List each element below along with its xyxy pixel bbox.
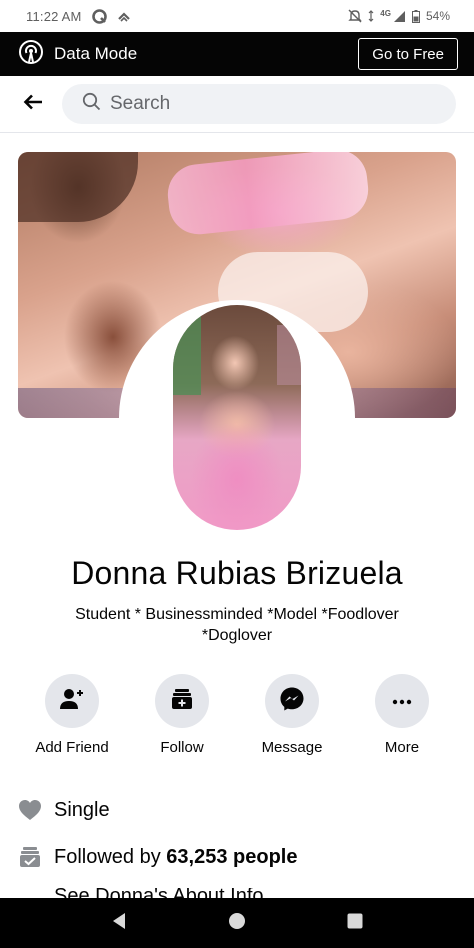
follow-button[interactable]: Follow	[127, 674, 237, 756]
followers-count: 63,253 people	[166, 845, 298, 868]
relationship-status: Single	[54, 798, 110, 821]
data-mode-icon[interactable]	[18, 39, 44, 70]
more-label: More	[384, 739, 420, 756]
back-button[interactable]	[16, 87, 50, 121]
more-button[interactable]: More	[347, 674, 457, 756]
profile-bio: Student * Businessminded *Model *Foodlov…	[37, 604, 437, 646]
message-button[interactable]: Message	[237, 674, 347, 756]
followers-row[interactable]: Followed by 63,253 people	[18, 842, 458, 872]
data-arrows-icon	[368, 10, 374, 22]
follow-icon	[170, 687, 194, 716]
search-icon	[82, 92, 101, 116]
heart-icon	[18, 798, 42, 822]
go-to-free-button[interactable]: Go to Free	[358, 38, 458, 70]
profile-actions: Add Friend Follow Message More	[0, 674, 474, 764]
followers-prefix: Followed by	[54, 845, 161, 868]
search-placeholder: Search	[110, 93, 171, 114]
status-time: 11:22 AM	[26, 8, 82, 24]
profile-name: Donna Rubias Brizuela	[71, 555, 403, 591]
app-q-icon	[91, 8, 107, 24]
search-header: Search	[0, 76, 474, 133]
followers-text: Followed by 63,253 people	[54, 846, 297, 869]
search-input[interactable]: Search	[62, 84, 456, 124]
followers-icon	[18, 845, 42, 869]
nav-home-icon	[228, 912, 246, 935]
mute-icon	[348, 9, 362, 23]
more-icon	[392, 692, 412, 710]
nav-back-button[interactable]	[99, 903, 139, 943]
nav-recents-button[interactable]	[335, 903, 375, 943]
bio-line-1: Student * Businessminded *Model *Foodlov…	[75, 606, 399, 623]
message-label: Message	[261, 739, 323, 756]
add-friend-button[interactable]: Add Friend	[17, 674, 127, 756]
bio-line-2: *Doglover	[201, 627, 273, 644]
nav-home-button[interactable]	[217, 903, 257, 943]
relationship-row: Single	[18, 795, 458, 825]
follow-label: Follow	[160, 739, 204, 756]
back-arrow-icon	[23, 94, 43, 115]
network-type: 4G	[380, 8, 391, 18]
data-mode-label: Data Mode	[54, 44, 138, 63]
messenger-icon	[279, 686, 305, 717]
battery-icon	[411, 9, 420, 23]
chevron-up-icon	[117, 10, 131, 22]
add-friend-icon	[59, 687, 85, 716]
profile-picture[interactable]	[173, 305, 301, 530]
nav-back-icon	[111, 912, 127, 935]
android-nav-bar	[0, 898, 474, 948]
signal-icon	[393, 10, 406, 23]
data-mode-bar: Data Mode Go to Free	[0, 32, 474, 76]
add-friend-label: Add Friend	[35, 739, 109, 756]
status-bar: 11:22 AM 4G 54%	[0, 0, 474, 32]
battery-level: 54%	[425, 9, 450, 23]
nav-recents-icon	[347, 913, 363, 934]
